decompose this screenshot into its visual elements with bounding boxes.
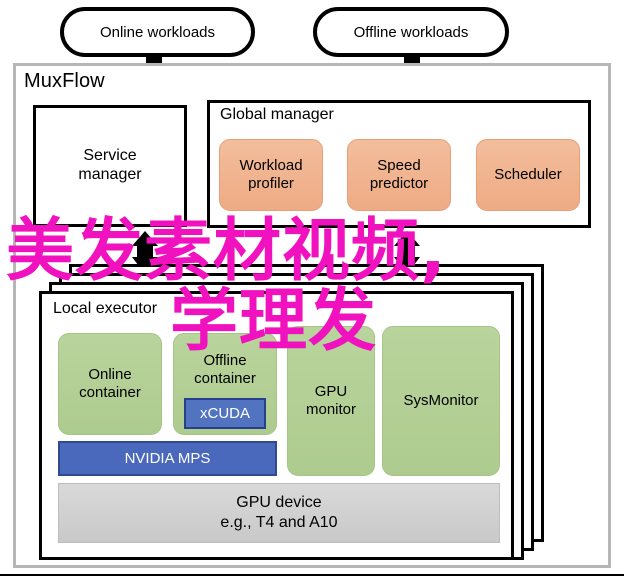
module-workload-profiler-line1: Workload — [239, 157, 303, 174]
service-manager-line2: manager — [78, 166, 142, 183]
module-gpu-device-line1: GPU device — [236, 494, 322, 511]
module-sysmonitor: SysMonitor — [382, 326, 500, 476]
module-speed-predictor-line2: predictor — [369, 175, 429, 192]
module-speed-predictor-line1: Speed — [377, 157, 421, 174]
diagram-canvas: Online workloads Offline workloads MuxFl… — [0, 0, 624, 582]
container-offline-line2: container — [194, 370, 256, 387]
module-gpu-device: GPU device e.g., T4 and A10 — [58, 483, 500, 543]
service-manager-label: Service manager — [33, 105, 187, 227]
container-offline-line1: Offline — [203, 352, 247, 369]
node-online-workloads: Online workloads — [60, 7, 255, 57]
global-manager-label: Global manager — [220, 106, 334, 123]
module-xcuda-label: xCUDA — [199, 405, 250, 422]
module-workload-profiler-line2: profiler — [248, 175, 294, 192]
module-speed-predictor: Speed predictor — [347, 139, 451, 211]
node-offline-workloads-label: Offline workloads — [353, 23, 469, 41]
module-workload-profiler: Workload profiler — [219, 139, 323, 211]
muxflow-title: MuxFlow — [24, 70, 105, 92]
bottom-divider — [0, 574, 624, 576]
module-gpu-monitor-line2: monitor — [305, 401, 357, 418]
container-online-line2: container — [79, 384, 141, 401]
container-online: Online container — [58, 333, 162, 435]
module-gpu-device-line2: e.g., T4 and A10 — [220, 514, 338, 531]
module-scheduler-line1: Scheduler — [494, 166, 562, 183]
container-online-line1: Online — [88, 366, 132, 383]
node-online-workloads-label: Online workloads — [99, 23, 216, 41]
module-nvidia-mps-label: NVIDIA MPS — [124, 449, 211, 467]
local-executor-label: Local executor — [53, 300, 158, 317]
module-xcuda: xCUDA — [184, 398, 266, 429]
module-gpu-monitor: GPU monitor — [287, 326, 375, 476]
service-manager-line1: Service — [83, 147, 137, 165]
module-scheduler: Scheduler — [476, 139, 580, 211]
module-gpu-monitor-line1: GPU — [314, 383, 348, 400]
module-nvidia-mps: NVIDIA MPS — [58, 441, 277, 476]
node-offline-workloads: Offline workloads — [313, 7, 509, 57]
module-sysmonitor-line1: SysMonitor — [403, 392, 479, 409]
